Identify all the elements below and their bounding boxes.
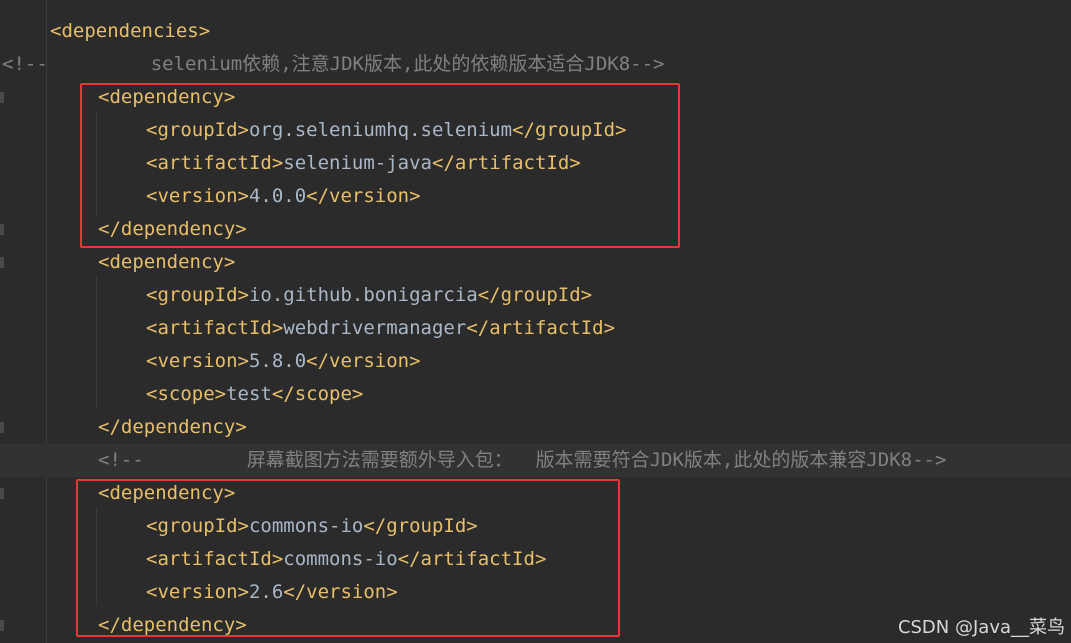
- code-line[interactable]: </dependency>: [0, 411, 1071, 444]
- fold-marker-icon[interactable]: [0, 224, 4, 235]
- xml-value: test: [226, 383, 272, 405]
- xml-close-tag: </version>: [306, 350, 421, 372]
- code-line[interactable]: <groupId>io.github.bonigarcia</groupId>: [0, 279, 1071, 312]
- xml-open-tag: <version>: [146, 350, 249, 372]
- xml-open-tag: <artifactId>: [146, 317, 284, 339]
- fold-marker-icon[interactable]: [0, 488, 4, 499]
- xml-close-tag: </scope>: [271, 383, 364, 405]
- xml-comment: <!-- 屏幕截图方法需要额外导入包： 版本需要符合JDK版本,此处的版本兼容J…: [98, 449, 947, 471]
- indent-guide: [96, 276, 97, 408]
- xml-value: 5.8.0: [248, 350, 307, 372]
- xml-tag: <dependency>: [98, 251, 236, 273]
- code-line-current[interactable]: <!-- 屏幕截图方法需要额外导入包： 版本需要符合JDK版本,此处的版本兼容J…: [0, 444, 1071, 477]
- fold-marker-icon[interactable]: [0, 620, 4, 631]
- xml-element: <artifactId>webdrivermanager</artifactId…: [146, 312, 615, 345]
- xml-close-tag: </groupId>: [477, 284, 593, 306]
- fold-marker-icon[interactable]: [0, 422, 4, 433]
- xml-value: webdrivermanager: [283, 317, 467, 339]
- code-editor[interactable]: <dependencies> <!-- selenium依赖,注意JDK版本,此…: [0, 0, 1071, 643]
- code-line[interactable]: <scope>test</scope>: [0, 378, 1071, 411]
- code-line[interactable]: <dependency>: [0, 246, 1071, 279]
- xml-tag: <dependencies>: [50, 20, 211, 42]
- code-line[interactable]: <!-- selenium依赖,注意JDK版本,此处的依赖版本适合JDK8-->: [0, 48, 1071, 81]
- xml-open-tag: <groupId>: [146, 284, 249, 306]
- xml-open-tag: <scope>: [146, 383, 227, 405]
- xml-value: io.github.bonigarcia: [248, 284, 478, 306]
- fold-marker-icon[interactable]: [0, 92, 4, 103]
- fold-marker-icon[interactable]: [0, 257, 4, 268]
- watermark-text: CSDN @Java__菜鸟: [897, 617, 1065, 638]
- code-line[interactable]: <artifactId>webdrivermanager</artifactId…: [0, 312, 1071, 345]
- xml-comment: <!-- selenium依赖,注意JDK版本,此处的依赖版本适合JDK8-->: [2, 53, 665, 75]
- xml-element: <groupId>io.github.bonigarcia</groupId>: [146, 279, 592, 312]
- annotation-box-commons-io: [76, 479, 620, 637]
- code-line[interactable]: <version>5.8.0</version>: [0, 345, 1071, 378]
- xml-tag: </dependency>: [98, 416, 247, 438]
- xml-element: <version>5.8.0</version>: [146, 345, 421, 378]
- xml-element: <scope>test</scope>: [146, 378, 363, 411]
- xml-close-tag: </artifactId>: [466, 317, 616, 339]
- code-line[interactable]: <dependencies>: [0, 15, 1071, 48]
- annotation-box-selenium: [80, 83, 680, 248]
